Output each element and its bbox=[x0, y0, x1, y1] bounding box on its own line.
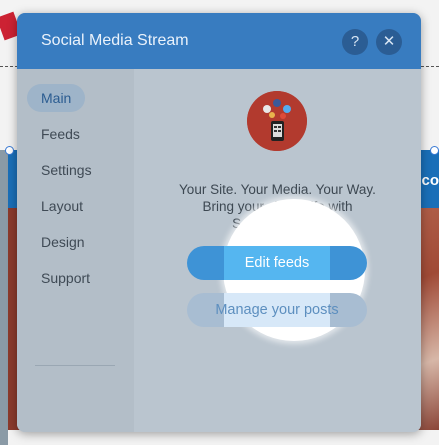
resize-handle-right[interactable] bbox=[430, 146, 439, 155]
social-media-stream-dialog: Social Media Stream ? ✕ Main Feeds Setti… bbox=[17, 13, 421, 432]
dialog-title: Social Media Stream bbox=[41, 32, 189, 49]
tagline-line-1: Your Site. Your Media. Your Way. bbox=[179, 182, 376, 197]
sidebar-item-feeds[interactable]: Feeds bbox=[27, 120, 94, 148]
edit-feeds-label: Edit feeds bbox=[244, 255, 310, 271]
manage-posts-button[interactable]: Manage your posts bbox=[187, 293, 367, 327]
dialog-header: Social Media Stream ? ✕ bbox=[17, 13, 421, 69]
sidebar-divider bbox=[35, 365, 115, 366]
edit-feeds-button[interactable]: Edit feeds bbox=[187, 246, 367, 280]
canvas-bottom bbox=[8, 430, 439, 445]
close-icon[interactable]: ✕ bbox=[376, 29, 402, 55]
sidebar-item-settings[interactable]: Settings bbox=[27, 156, 106, 184]
manage-posts-label: Manage your posts bbox=[215, 302, 339, 318]
sidebar-item-support[interactable]: Support bbox=[27, 264, 104, 292]
sidebar-item-design[interactable]: Design bbox=[27, 228, 99, 256]
social-media-icon bbox=[247, 91, 307, 151]
main-panel: Your Site. Your Media. Your Way. Bring y… bbox=[134, 69, 421, 432]
sidebar: Main Feeds Settings Layout Design Suppor… bbox=[17, 69, 134, 432]
sidebar-item-layout[interactable]: Layout bbox=[27, 192, 97, 220]
banner-text: co bbox=[421, 172, 439, 189]
sidebar-item-main[interactable]: Main bbox=[27, 84, 86, 112]
help-icon[interactable]: ? bbox=[342, 29, 368, 55]
resize-handle-left[interactable] bbox=[5, 146, 14, 155]
